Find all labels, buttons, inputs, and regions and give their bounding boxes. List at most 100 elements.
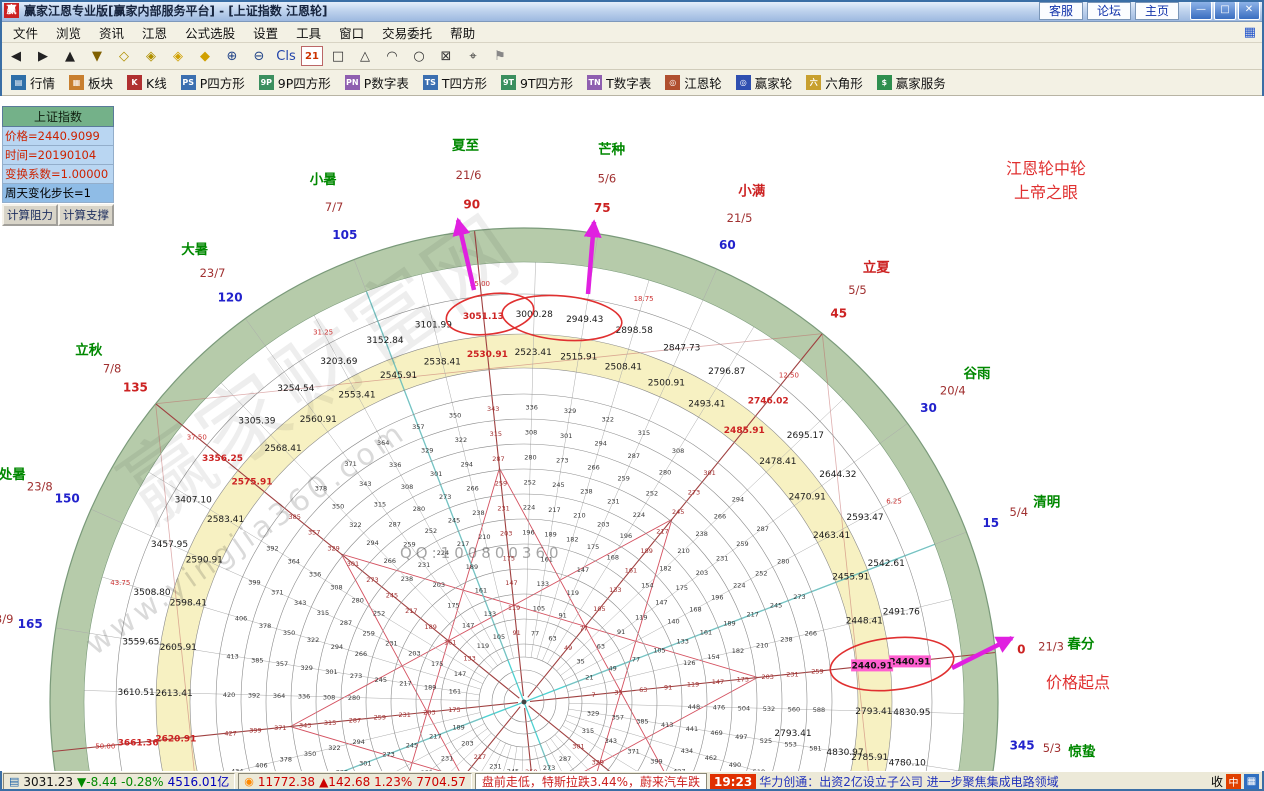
svg-text:165: 165 <box>18 617 43 631</box>
svg-text:5/4: 5/4 <box>1010 505 1029 519</box>
pointer-button[interactable]: ▲ <box>58 44 82 68</box>
svg-text:7/7: 7/7 <box>325 200 344 214</box>
menu-item-3[interactable]: 江恩 <box>133 21 176 44</box>
svg-text:280: 280 <box>348 694 360 702</box>
svg-text:161: 161 <box>449 688 461 696</box>
calc-resistance-button[interactable]: 计算阻力 <box>2 204 58 226</box>
menu-item-1[interactable]: 浏览 <box>47 21 90 44</box>
module-3[interactable]: PSP四方形 <box>174 71 252 94</box>
menu-item-4[interactable]: 公式选股 <box>176 21 244 44</box>
svg-text:371: 371 <box>271 589 283 597</box>
svg-text:469: 469 <box>710 729 722 737</box>
module-0[interactable]: ▤行情 <box>4 71 62 94</box>
zoom-in-button[interactable]: ⊕ <box>220 44 244 68</box>
calendar-21-button[interactable]: 21 <box>301 46 323 66</box>
svg-text:140: 140 <box>667 617 679 625</box>
svg-text:259: 259 <box>374 714 386 722</box>
title-bar: 赢 赢家江恩专业版[赢家内部服务平台] - [上证指数 江恩轮] 客服论坛主页 … <box>0 0 1264 22</box>
svg-text:301: 301 <box>347 560 359 568</box>
close-button[interactable]: ✕ <box>1238 1 1260 20</box>
svg-text:329: 329 <box>336 768 348 771</box>
circle-tool-button[interactable]: ○ <box>407 44 431 68</box>
svg-text:清明: 清明 <box>1033 493 1060 510</box>
menu-item-0[interactable]: 文件 <box>4 21 47 44</box>
diamond-outline-button[interactable]: ◇ <box>112 44 136 68</box>
menu-item-6[interactable]: 工具 <box>287 21 330 44</box>
back-button[interactable]: ◀ <box>4 44 28 68</box>
module-9[interactable]: ◎江恩轮 <box>658 71 729 94</box>
minimize-button[interactable]: — <box>1190 1 1212 20</box>
svg-text:497: 497 <box>735 733 747 741</box>
rect-tool-button[interactable]: □ <box>326 44 350 68</box>
module-4[interactable]: 9P9P四方形 <box>252 71 338 94</box>
diamond-solid-button[interactable]: ◆ <box>193 44 217 68</box>
forward-button[interactable]: ▶ <box>31 44 55 68</box>
flag-button[interactable]: ⚑ <box>488 44 512 68</box>
module-6[interactable]: TST四方形 <box>416 71 494 94</box>
menu-item-5[interactable]: 设置 <box>244 21 287 44</box>
titlebar-button-2[interactable]: 主页 <box>1135 2 1179 20</box>
svg-text:294: 294 <box>732 495 744 503</box>
maximize-button[interactable]: □ <box>1214 1 1236 20</box>
child-window-icon[interactable]: ▦ <box>1244 25 1260 40</box>
module-1[interactable]: ▦板块 <box>62 71 120 94</box>
svg-text:336: 336 <box>298 693 310 701</box>
svg-text:谷雨: 谷雨 <box>964 366 992 382</box>
svg-text:245: 245 <box>672 508 684 516</box>
module-10[interactable]: ◎赢家轮 <box>729 71 800 94</box>
titlebar-button-1[interactable]: 论坛 <box>1087 2 1131 20</box>
diamond-half-button[interactable]: ◈ <box>139 44 163 68</box>
menu-item-8[interactable]: 交易委托 <box>373 21 441 44</box>
svg-text:夏至: 夏至 <box>451 138 479 154</box>
svg-text:301: 301 <box>572 743 584 751</box>
module-11[interactable]: 六六角形 <box>799 71 870 94</box>
cls-button[interactable]: Cls <box>274 44 298 68</box>
svg-text:301: 301 <box>359 759 371 767</box>
svg-text:322: 322 <box>455 436 467 444</box>
svg-text:147: 147 <box>454 670 466 678</box>
svg-text:21/5: 21/5 <box>727 211 753 225</box>
svg-text:301: 301 <box>325 668 337 676</box>
diamond-half-2-button[interactable]: ◈ <box>166 44 190 68</box>
news-ticker-2[interactable]: 华力创通：出资2亿设立子公司 进一步聚焦集成电路领域 <box>759 773 1208 790</box>
svg-text:21/3: 21/3 <box>1038 640 1064 654</box>
svg-text:203: 203 <box>461 740 473 748</box>
svg-text:280: 280 <box>524 454 536 462</box>
svg-text:378: 378 <box>315 485 327 493</box>
svg-text:2491.76: 2491.76 <box>883 607 920 617</box>
svg-text:175: 175 <box>448 706 460 714</box>
menu-item-7[interactable]: 窗口 <box>330 21 373 44</box>
module-8[interactable]: TNT数字表 <box>580 71 658 94</box>
calc-support-button[interactable]: 计算支撑 <box>58 204 114 226</box>
svg-text:301: 301 <box>560 432 572 440</box>
zoom-out-button[interactable]: ⊖ <box>247 44 271 68</box>
funnel-button[interactable]: ▼ <box>85 44 109 68</box>
crosshair-button[interactable]: ⌖ <box>461 44 485 68</box>
module-7[interactable]: 9T9T四方形 <box>494 71 580 94</box>
svg-text:203: 203 <box>423 708 435 716</box>
sz-index-change: ▲142.68 1.23% <box>319 775 412 789</box>
chart-area[interactable]: 赢家财富网www.yingjia360.comQQ:1008003606.251… <box>0 96 1264 771</box>
menu-item-9[interactable]: 帮助 <box>441 21 484 44</box>
layout-icon[interactable]: ▦ <box>1244 774 1259 789</box>
ime-cn-icon[interactable]: 中 <box>1226 774 1241 789</box>
news-time-badge: 19:23 <box>710 774 756 790</box>
news-ticker-1[interactable]: 盘前走低，特斯拉跌3.44%，蔚来汽车跌 <box>475 773 707 791</box>
menu-item-2[interactable]: 资讯 <box>90 21 133 44</box>
arc-tool-button[interactable]: ◠ <box>380 44 404 68</box>
svg-text:252: 252 <box>524 479 536 487</box>
svg-text:231: 231 <box>441 754 453 762</box>
triangle-tool-button[interactable]: △ <box>353 44 377 68</box>
titlebar-buttons: 客服论坛主页 <box>1039 2 1179 20</box>
module-2[interactable]: KK线 <box>120 71 174 94</box>
module-12[interactable]: $赢家服务 <box>870 71 953 94</box>
svg-text:287: 287 <box>756 525 768 533</box>
toolbar-modules: ▤行情▦板块KK线PSP四方形9P9P四方形PNP数字表TST四方形9T9T四方… <box>0 70 1264 96</box>
module-5[interactable]: PNP数字表 <box>338 71 416 94</box>
delete-shape-button[interactable]: ⊠ <box>434 44 458 68</box>
svg-text:18.75: 18.75 <box>634 295 654 303</box>
svg-text:3457.95: 3457.95 <box>151 540 188 550</box>
svg-text:532: 532 <box>763 705 775 713</box>
svg-text:2949.43: 2949.43 <box>566 315 603 325</box>
titlebar-button-0[interactable]: 客服 <box>1039 2 1083 20</box>
